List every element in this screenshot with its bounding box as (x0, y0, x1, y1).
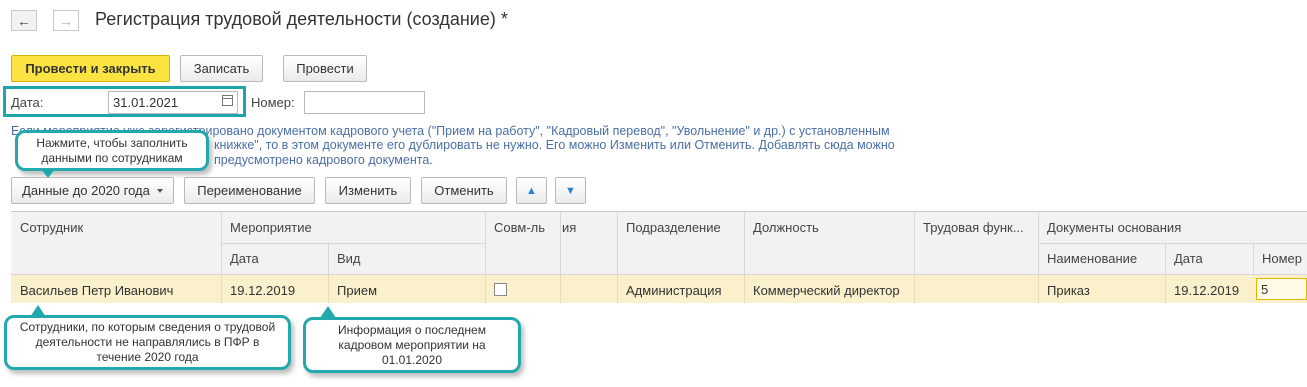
page-title: Регистрация трудовой деятельности (созда… (95, 9, 508, 29)
cell-doc-name[interactable]: Приказ (1047, 283, 1090, 298)
hint-line-2: книжке", то в этом документе его дублиро… (214, 138, 895, 152)
row-divider (914, 275, 915, 303)
number-field[interactable] (304, 91, 425, 114)
forward-button[interactable]: → (53, 10, 79, 31)
row-divider (221, 275, 222, 303)
post-button[interactable]: Провести (283, 55, 367, 82)
cell-doc-number-input[interactable]: 5 (1256, 278, 1307, 300)
callout-fill-data: Нажмите, чтобы заполнить данными по сотр… (15, 130, 209, 171)
cell-combo-checkbox[interactable] (494, 283, 507, 296)
cell-department[interactable]: Администрация (626, 283, 722, 298)
cell-event-kind[interactable]: Прием (337, 283, 377, 298)
cell-event-date[interactable]: 19.12.2019 (230, 283, 295, 298)
row-divider (560, 275, 561, 303)
data-before-2020-button[interactable]: Данные до 2020 года (11, 177, 174, 204)
header-top-border (11, 211, 1307, 212)
move-up-button[interactable]: ▲ (516, 177, 547, 204)
back-button[interactable]: ← (11, 10, 37, 31)
docs-subheader-line (1038, 243, 1307, 244)
row-divider (1038, 275, 1039, 303)
row-divider (485, 275, 486, 303)
row-divider (744, 275, 745, 303)
hint-line-3: предусмотрено кадрового документа. (214, 153, 433, 167)
col-header-position[interactable]: Должность (753, 220, 819, 235)
col-header-event-date[interactable]: Дата (230, 251, 259, 266)
event-subheader-line (221, 243, 485, 244)
row-divider (617, 275, 618, 303)
col-header-doc-name[interactable]: Наименование (1047, 251, 1137, 266)
col-header-department[interactable]: Подразделение (626, 220, 721, 235)
callout-employees: Сотрудники, по которым сведения о трудов… (4, 315, 291, 370)
change-button[interactable]: Изменить (325, 177, 411, 204)
callout-last-event: Информация о последнем кадровом мероприя… (303, 317, 521, 373)
col-header-employee[interactable]: Сотрудник (20, 220, 83, 235)
col-header-hidden[interactable]: ия (562, 220, 576, 235)
col-header-doc-number[interactable]: Номер (1262, 251, 1302, 266)
arrow-up-icon: ▲ (526, 184, 537, 197)
arrow-right-icon: → (59, 12, 73, 29)
arrow-down-icon: ▼ (565, 184, 576, 197)
row-divider (328, 275, 329, 303)
rename-button[interactable]: Переименование (184, 177, 315, 204)
post-and-close-button[interactable]: Провести и закрыть (11, 55, 170, 82)
number-label: Номер: (251, 95, 295, 110)
row-divider (1165, 275, 1166, 303)
cancel-button[interactable]: Отменить (421, 177, 507, 204)
cell-position[interactable]: Коммерческий директор (753, 283, 900, 298)
col-header-doc-date[interactable]: Дата (1174, 251, 1203, 266)
data-before-2020-label: Данные до 2020 года (22, 183, 150, 198)
cell-employee[interactable]: Васильев Петр Иванович (20, 283, 173, 298)
move-down-button[interactable]: ▼ (555, 177, 586, 204)
date-highlight-frame (3, 86, 246, 117)
col-header-labor-function[interactable]: Трудовая функ... (923, 220, 1031, 235)
save-button[interactable]: Записать (180, 55, 263, 82)
col-header-base-docs[interactable]: Документы основания (1047, 220, 1181, 235)
cell-doc-date[interactable]: 19.12.2019 (1174, 283, 1239, 298)
col-header-combo[interactable]: Совм-ль (494, 220, 556, 235)
dropdown-arrow-icon (156, 188, 163, 193)
col-header-event[interactable]: Мероприятие (230, 220, 312, 235)
arrow-left-icon: ← (17, 12, 31, 29)
col-header-event-kind[interactable]: Вид (337, 251, 361, 266)
